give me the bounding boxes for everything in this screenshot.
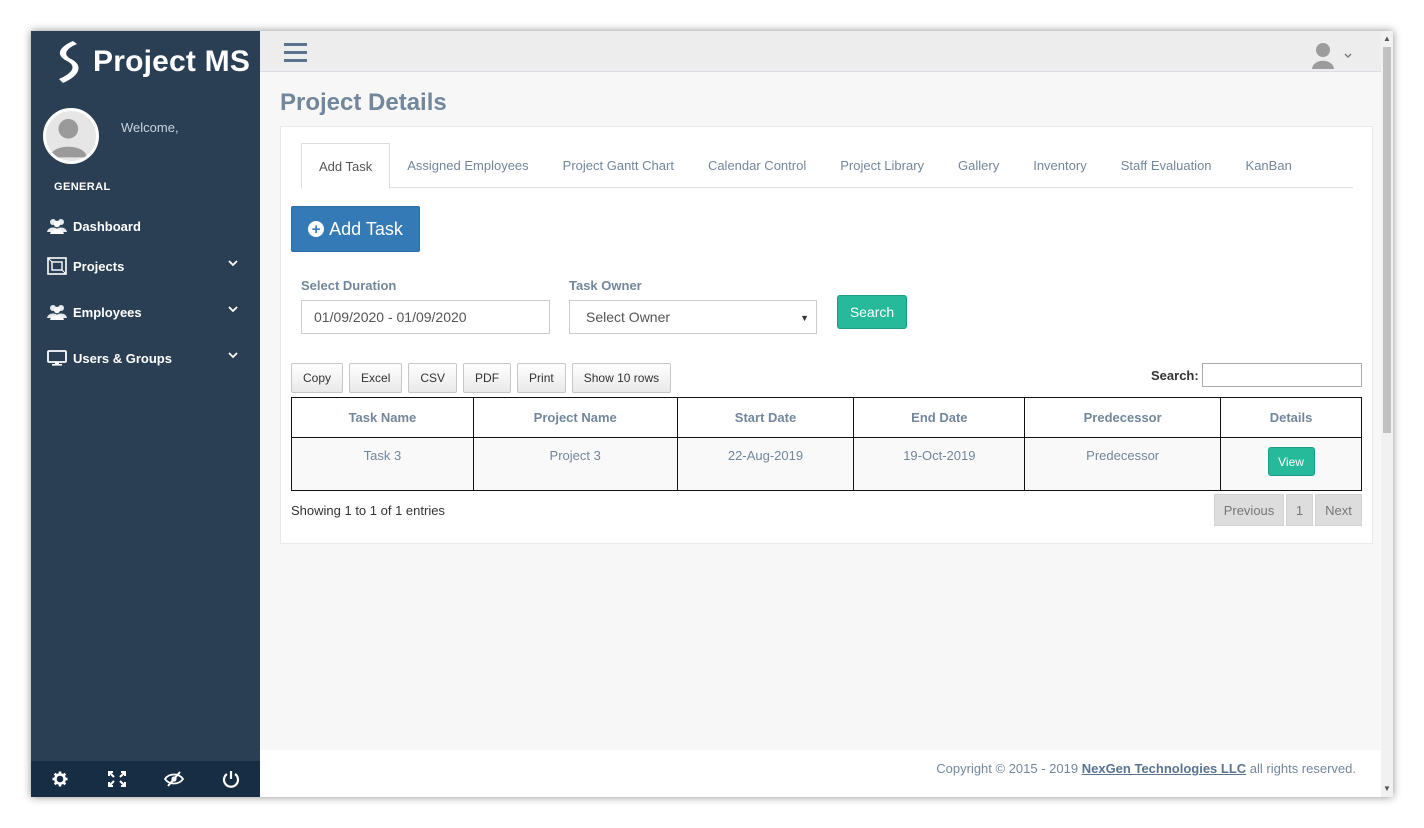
sidebar-item-projects[interactable]: Projects [31,251,260,281]
app-window: Project MS Welcome, GENERAL Dashboard Pr… [31,31,1393,797]
pagination: Previous 1 Next [1212,494,1362,526]
duration-label: Select Duration [301,278,397,293]
sidebar-item-dashboard[interactable]: Dashboard [31,211,260,241]
column-header-predecessor[interactable]: Predecessor [1024,397,1222,438]
task-table: Task Name Project Name Start Date End Da… [291,397,1362,491]
tab-add-task[interactable]: Add Task [301,143,391,189]
column-header-end-date[interactable]: End Date [853,397,1026,438]
brand-logo-icon [59,41,79,83]
column-header-details[interactable]: Details [1220,397,1362,438]
add-task-button-label: Add Task [329,218,403,239]
page-title: Project Details [280,89,447,116]
brand-title: Project MS [93,45,251,78]
power-icon[interactable] [211,761,251,797]
print-button[interactable]: Print [517,363,566,393]
tab-inventory[interactable]: Inventory [1016,143,1103,188]
tab-project-library[interactable]: Project Library [823,143,941,188]
table-header-row: Task Name Project Name Start Date End Da… [291,397,1362,438]
cell-predecessor: Predecessor [1024,437,1222,491]
chevron-down-icon [228,352,238,359]
company-link[interactable]: NexGen Technologies LLC [1082,761,1246,776]
task-owner-label: Task Owner [569,278,642,293]
tab-bar: Add Task Assigned Employees Project Gant… [301,143,1353,189]
desktop-icon [46,349,68,367]
scrollbar-thumb[interactable] [1383,47,1391,433]
sidebar-footer [31,761,260,797]
table-info: Showing 1 to 1 of 1 entries [291,503,445,518]
sidebar-item-label: Dashboard [73,218,141,234]
chevron-down-icon [1344,53,1352,58]
cell-project-name: Project 3 [472,437,678,491]
profile-avatar [43,108,99,164]
fullscreen-icon[interactable] [97,761,137,797]
plus-circle-icon: + [308,221,325,237]
csv-button[interactable]: CSV [408,363,458,393]
column-header-task-name[interactable]: Task Name [291,397,474,438]
project-board-icon [46,257,68,275]
copy-button[interactable]: Copy [291,363,344,393]
column-header-start-date[interactable]: Start Date [676,397,855,438]
chevron-down-icon [228,306,238,313]
user-avatar-icon [1312,43,1334,69]
table-row: Task 3 Project 3 22-Aug-2019 19-Oct-2019… [291,437,1362,491]
previous-page-button[interactable]: Previous [1214,494,1284,526]
scroll-down-arrow-icon[interactable]: ▼ [1383,784,1391,794]
vertical-scrollbar[interactable]: ▲ ▼ [1381,31,1393,797]
hamburger-menu-icon[interactable] [284,43,307,62]
next-page-button[interactable]: Next [1315,494,1362,526]
sidebar-item-users-groups[interactable]: Users & Groups [31,343,260,373]
top-navbar [260,31,1381,72]
excel-button[interactable]: Excel [349,363,403,393]
gear-icon[interactable] [40,761,80,797]
task-owner-select[interactable]: Select Owner ▼ [569,300,817,334]
sidebar-section-title: GENERAL [54,181,111,193]
datatable-export-buttons: Copy Excel CSV PDF Print Show 10 rows [291,363,677,393]
pdf-button[interactable]: PDF [463,363,512,393]
search-button[interactable]: Search [837,295,907,329]
page-number-button[interactable]: 1 [1286,494,1313,526]
duration-date-range-input[interactable]: 01/09/2020 - 01/09/2020 [301,300,550,334]
cell-details: View [1220,437,1362,491]
brand[interactable]: Project MS [51,37,250,87]
cell-start-date: 22-Aug-2019 [676,437,855,491]
sidebar-item-employees[interactable]: Employees [31,297,260,327]
sidebar-item-label: Users & Groups [73,350,172,366]
table-search-input[interactable] [1202,363,1362,387]
column-header-project-name[interactable]: Project Name [472,397,678,438]
sidebar: Project MS Welcome, GENERAL Dashboard Pr… [31,31,260,797]
eye-slash-icon[interactable] [154,761,194,797]
task-owner-select-value: Select Owner [586,309,671,325]
content-panel: Add Task Assigned Employees Project Gant… [280,126,1373,544]
tab-staff-evaluation[interactable]: Staff Evaluation [1104,143,1229,188]
user-profile-menu[interactable] [1311,41,1353,69]
page-length-button[interactable]: Show 10 rows [571,363,672,393]
cell-end-date: 19-Oct-2019 [853,437,1026,491]
copyright-suffix: all rights reserved. [1246,761,1356,776]
tab-kanban[interactable]: KanBan [1229,143,1309,188]
tab-project-gantt-chart[interactable]: Project Gantt Chart [546,143,691,188]
chevron-down-icon [228,260,238,267]
page-footer: Copyright © 2015 - 2019 NexGen Technolog… [260,750,1381,797]
scroll-up-arrow-icon[interactable]: ▲ [1383,34,1391,44]
sidebar-item-label: Projects [73,258,125,274]
copyright-text: Copyright © 2015 - 2019 NexGen Technolog… [936,761,1356,776]
users-icon [46,217,68,235]
welcome-text: Welcome, [121,120,179,135]
tab-assigned-employees[interactable]: Assigned Employees [390,143,545,188]
users-icon [46,303,68,321]
add-task-button[interactable]: + Add Task [291,206,420,252]
copyright-prefix: Copyright © 2015 - 2019 [936,761,1082,776]
view-button[interactable]: View [1267,447,1315,476]
cell-task-name: Task 3 [291,437,474,491]
tab-gallery[interactable]: Gallery [941,143,1016,188]
tab-calendar-control[interactable]: Calendar Control [691,143,823,188]
table-search-label: Search: [1151,368,1199,383]
sidebar-item-label: Employees [73,304,142,320]
user-silhouette-icon [49,119,88,158]
dropdown-caret-icon: ▼ [800,313,809,323]
